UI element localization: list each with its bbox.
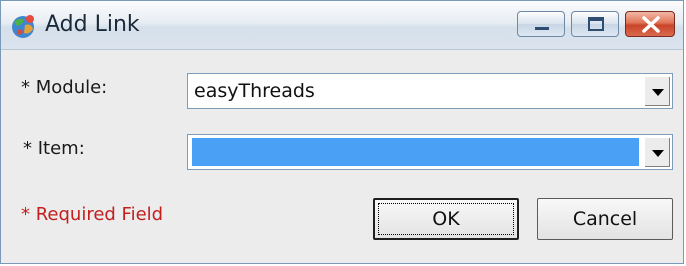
close-icon bbox=[642, 16, 660, 33]
maximize-icon bbox=[588, 17, 604, 31]
dialog-body: * Module: easyThreads * Item: * Required… bbox=[1, 50, 683, 263]
window-title: Add Link bbox=[45, 12, 140, 37]
chevron-down-icon bbox=[652, 150, 664, 157]
app-globe-icon bbox=[9, 13, 37, 39]
module-select-value: easyThreads bbox=[194, 80, 315, 102]
minimize-button[interactable] bbox=[517, 11, 565, 37]
item-select-highlight bbox=[192, 138, 639, 166]
ok-button[interactable]: OK bbox=[373, 198, 519, 240]
required-field-note: * Required Field bbox=[21, 204, 164, 225]
title-bar[interactable]: Add Link bbox=[1, 1, 683, 50]
close-button[interactable] bbox=[625, 11, 675, 37]
chevron-down-icon bbox=[652, 89, 664, 96]
cancel-button[interactable]: Cancel bbox=[537, 198, 673, 240]
add-link-dialog: Add Link * Module: easyThreads * Item: *… bbox=[0, 0, 684, 264]
module-label: * Module: bbox=[21, 77, 108, 98]
maximize-button[interactable] bbox=[571, 11, 619, 37]
module-dropdown-button[interactable] bbox=[644, 76, 670, 106]
minimize-icon bbox=[535, 27, 549, 30]
item-select[interactable] bbox=[187, 134, 673, 170]
item-label: * Item: bbox=[23, 138, 85, 159]
item-dropdown-button[interactable] bbox=[644, 137, 670, 167]
module-select[interactable]: easyThreads bbox=[187, 73, 673, 109]
